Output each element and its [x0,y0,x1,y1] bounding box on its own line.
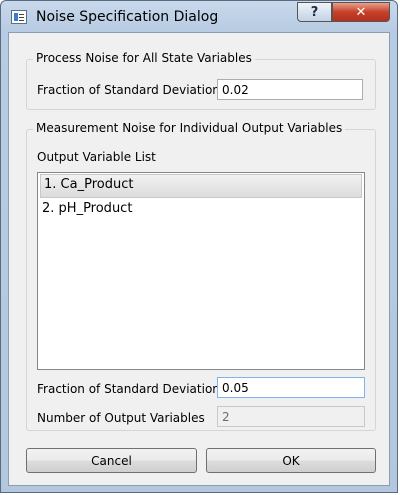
app-icon [11,10,27,24]
output-count-field [217,406,365,427]
measurement-fraction-label: Fraction of Standard Deviation [37,382,220,396]
list-item[interactable]: 1. Ca_Product [40,174,362,198]
cancel-button[interactable]: Cancel [26,448,197,473]
measurement-fraction-input[interactable] [217,377,365,398]
dialog-window: Noise Specification Dialog ? ✕ Process N… [0,0,398,493]
process-noise-group: Process Noise for All State Variables Fr… [26,51,376,110]
output-count-label: Number of Output Variables [37,411,205,425]
title-bar[interactable]: Noise Specification Dialog ? ✕ [1,1,397,33]
process-noise-group-title: Process Noise for All State Variables [33,51,255,65]
window-title: Noise Specification Dialog [36,9,219,25]
measurement-noise-group-title: Measurement Noise for Individual Output … [33,121,346,135]
output-variable-list[interactable]: 1. Ca_Product 2. pH_Product [37,172,365,370]
close-icon: ✕ [355,4,367,20]
output-variable-list-label: Output Variable List [37,150,156,164]
list-item[interactable]: 2. pH_Product [38,198,364,220]
process-fraction-label: Fraction of Standard Deviation [37,83,220,97]
process-fraction-input[interactable] [217,79,363,100]
dialog-client-area: Process Noise for All State Variables Fr… [8,32,390,486]
close-button[interactable]: ✕ [332,2,390,22]
help-icon: ? [310,4,319,20]
ok-button[interactable]: OK [206,448,376,473]
measurement-noise-group: Measurement Noise for Individual Output … [26,121,376,431]
help-button[interactable]: ? [297,2,332,22]
